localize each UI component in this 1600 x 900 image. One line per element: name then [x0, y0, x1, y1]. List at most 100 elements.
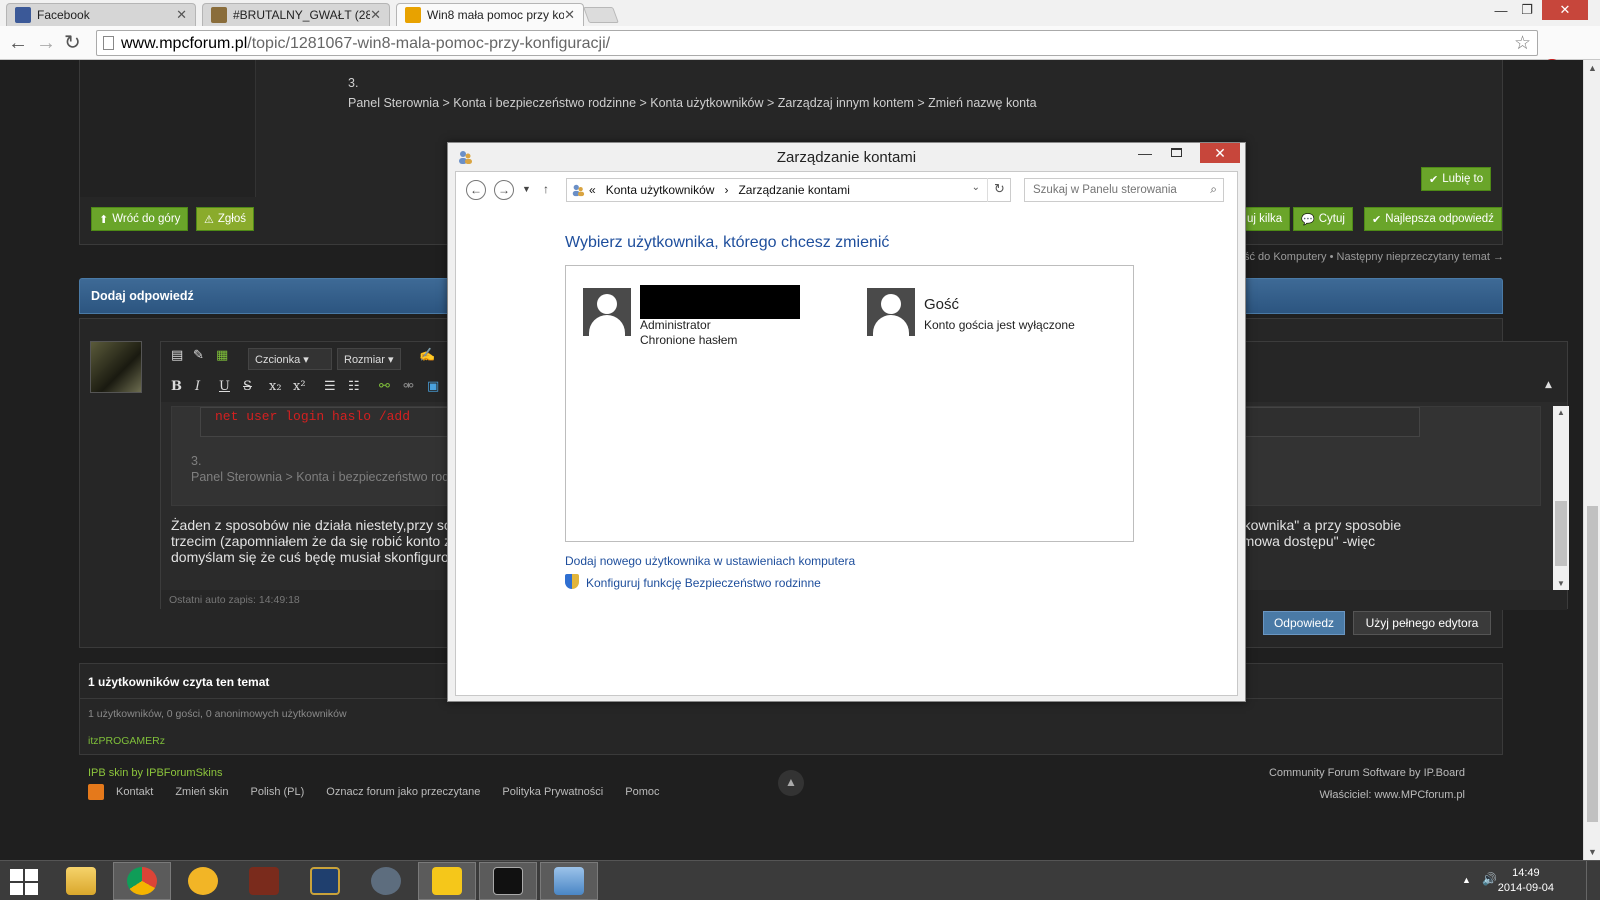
- close-window-button[interactable]: ✕: [1542, 0, 1588, 20]
- taskbar-chrome[interactable]: [113, 862, 171, 900]
- italic-icon[interactable]: I: [195, 379, 200, 394]
- start-button[interactable]: [10, 869, 40, 895]
- taskbar-steam[interactable]: [357, 862, 415, 900]
- tab-strip: Facebook ✕ #BRUTALNY_GWAŁT (282 ✕ Win8 m…: [0, 0, 1600, 26]
- footer-link-skin[interactable]: Zmień skin: [175, 786, 228, 798]
- site-icon: [211, 7, 227, 23]
- topic-navigation[interactable]: ść do Komputery • Następny nieprzeczytan…: [1244, 251, 1504, 263]
- up-icon[interactable]: ↑: [543, 182, 549, 196]
- window-titlebar[interactable]: Zarządzanie kontami — ✕: [448, 143, 1245, 171]
- address-bar[interactable]: « Konta użytkowników › Zarządzanie konta…: [566, 178, 1011, 202]
- taskbar-app-atom[interactable]: [418, 862, 476, 900]
- volume-icon[interactable]: 🔊: [1482, 872, 1497, 886]
- editor-scrollbar[interactable]: ▲ ▼: [1553, 406, 1569, 590]
- footer-link-contact[interactable]: Kontakt: [116, 786, 153, 798]
- image-icon[interactable]: ▣: [427, 379, 439, 394]
- breadcrumb-manage-accounts[interactable]: Zarządzanie kontami: [738, 183, 849, 197]
- numbered-list-icon[interactable]: ☷: [348, 379, 360, 394]
- superscript-icon[interactable]: x²: [293, 379, 306, 394]
- best-answer-button[interactable]: ✔ Najlepsza odpowiedź: [1364, 207, 1502, 231]
- users-icon: [572, 184, 585, 197]
- add-user-link[interactable]: Dodaj nowego użytkownika w ustawieniach …: [565, 554, 855, 568]
- page-scrollbar[interactable]: ▲ ▼: [1583, 60, 1600, 860]
- software-credit[interactable]: Community Forum Software by IP.Board: [1269, 767, 1465, 779]
- bookmark-star-icon[interactable]: ☆: [1514, 32, 1531, 55]
- multiquote-button[interactable]: uj kilka: [1239, 207, 1291, 231]
- close-tab-icon[interactable]: ✕: [370, 7, 381, 23]
- back-to-top-button[interactable]: ⬆ Wróć do góry: [91, 207, 189, 231]
- taskbar-league-of-legends[interactable]: [296, 862, 354, 900]
- back-icon[interactable]: ←: [8, 32, 28, 54]
- footer-link-language[interactable]: Polish (PL): [251, 786, 305, 798]
- strikethrough-icon[interactable]: S: [243, 379, 252, 394]
- address-bar[interactable]: www.mpcforum.pl/topic/1281067-win8-mala-…: [96, 30, 1538, 56]
- full-editor-button[interactable]: Użyj pełnego edytora: [1353, 611, 1491, 635]
- paste-icon[interactable]: ▦: [216, 348, 228, 363]
- tab-brutalny[interactable]: #BRUTALNY_GWAŁT (282 ✕: [202, 3, 390, 26]
- bold-icon[interactable]: B: [171, 379, 182, 394]
- color-icon[interactable]: ✍: [419, 348, 435, 363]
- user-avatar-icon: [583, 288, 631, 336]
- up-arrow-icon: ⬆: [99, 213, 109, 226]
- post-step-path: Panel Sterownia > Konta i bezpieczeństwo…: [348, 96, 1037, 110]
- taskbar-file-explorer[interactable]: [52, 862, 110, 900]
- taskbar-app-yellow[interactable]: [174, 862, 232, 900]
- link-icon[interactable]: ⚯: [379, 379, 390, 394]
- owner-credit: Właściciel: www.MPCforum.pl: [1319, 789, 1465, 801]
- tab-win8[interactable]: Win8 mała pomoc przy ko ✕: [396, 3, 584, 26]
- like-button[interactable]: ✔ Lubię to: [1421, 167, 1492, 191]
- forward-icon[interactable]: →: [36, 32, 56, 54]
- refresh-icon[interactable]: ↻: [987, 178, 1011, 202]
- source-icon[interactable]: ▤: [171, 348, 183, 363]
- tab-title: Win8 mała pomoc przy ko: [427, 8, 565, 22]
- back-icon[interactable]: ←: [466, 180, 486, 200]
- taskbar-cmd[interactable]: [479, 862, 537, 900]
- quoted-text: 3. Panel Sterownia > Konta i bezpieczeńs…: [191, 454, 466, 484]
- close-button[interactable]: ✕: [1200, 143, 1240, 163]
- tab-facebook[interactable]: Facebook ✕: [6, 3, 196, 26]
- chrome-icon: [127, 867, 157, 895]
- footer-link-mark-read[interactable]: Oznacz forum jako przeczytane: [326, 786, 480, 798]
- report-button[interactable]: ⚠ Zgłoś: [196, 207, 254, 231]
- close-tab-icon[interactable]: ✕: [176, 7, 187, 23]
- show-desktop-button[interactable]: [1586, 861, 1600, 900]
- collapse-toolbar-icon[interactable]: ▲: [1545, 380, 1552, 390]
- footer-link-help[interactable]: Pomoc: [625, 786, 659, 798]
- footer-link-privacy[interactable]: Polityka Prywatności: [502, 786, 603, 798]
- eraser-icon[interactable]: ✎: [193, 348, 204, 363]
- forward-icon[interactable]: →: [494, 180, 514, 200]
- reply-button[interactable]: Odpowiedz: [1263, 611, 1345, 635]
- search-control-panel[interactable]: ⌕: [1024, 178, 1224, 202]
- breadcrumb-user-accounts[interactable]: Konta użytkowników: [606, 183, 715, 197]
- show-hidden-icons-icon[interactable]: ▲: [1462, 875, 1471, 885]
- reader-user-link[interactable]: itzPROGAMERz: [88, 735, 165, 747]
- scroll-to-top-icon[interactable]: ▲: [778, 770, 804, 796]
- taskbar-app-red[interactable]: [235, 862, 293, 900]
- underline-icon[interactable]: U: [219, 379, 230, 394]
- quote-button[interactable]: 💬 Cytuj: [1293, 207, 1353, 231]
- rss-icon[interactable]: [88, 784, 104, 800]
- new-tab-button[interactable]: [583, 7, 619, 23]
- bullet-list-icon[interactable]: ☰: [324, 379, 336, 394]
- minimize-button[interactable]: —: [1488, 0, 1514, 20]
- clock[interactable]: 14:49 2014-09-04: [1498, 866, 1554, 896]
- subscript-icon[interactable]: x₂: [269, 379, 282, 394]
- chevron-down-icon[interactable]: ⌄: [972, 182, 980, 193]
- skin-credit[interactable]: IPB skin by IPBForumSkins: [88, 767, 223, 779]
- search-icon[interactable]: ⌕: [1210, 182, 1217, 197]
- family-safety-link[interactable]: Konfiguruj funkcję Bezpieczeństwo rodzin…: [586, 576, 821, 590]
- search-input[interactable]: [1025, 179, 1195, 201]
- taskbar-control-panel[interactable]: [540, 862, 598, 900]
- maximize-button[interactable]: [1171, 148, 1182, 157]
- close-tab-icon[interactable]: ✕: [564, 7, 575, 23]
- restore-button[interactable]: ❐: [1514, 0, 1540, 20]
- game-icon: [249, 867, 279, 895]
- unlink-icon[interactable]: ⚮: [403, 379, 414, 394]
- uac-shield-icon: [565, 574, 579, 589]
- browser-toolbar: ← → ↻ www.mpcforum.pl/topic/1281067-win8…: [0, 26, 1600, 77]
- size-select[interactable]: Rozmiar ▾: [337, 348, 401, 370]
- reload-icon[interactable]: ↻: [64, 32, 81, 54]
- minimize-button[interactable]: —: [1138, 145, 1152, 161]
- recent-locations-icon[interactable]: ▼: [522, 184, 531, 194]
- font-select[interactable]: Czcionka ▾: [248, 348, 332, 370]
